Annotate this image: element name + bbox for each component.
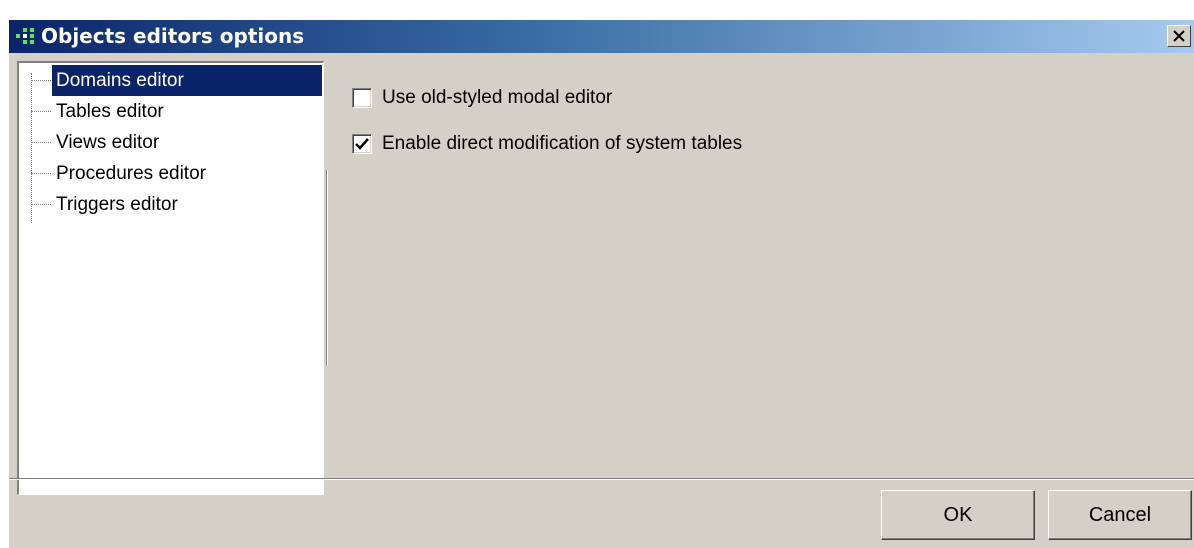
tree-item-label: Views editor [56,132,160,153]
tree-connector [31,80,51,81]
tree-item-label: Tables editor [56,101,164,122]
close-button[interactable] [1167,25,1191,47]
old-modal-editor-option[interactable]: Use old-styled modal editor [352,86,612,110]
check-icon [355,138,369,150]
tree-connector [31,173,51,174]
tree-connector [31,111,51,112]
old-modal-editor-checkbox[interactable] [352,88,372,108]
tree-item-label: Domains editor [52,65,322,96]
tree-item-procedures-editor[interactable]: Procedures editor [19,158,324,189]
tree-item-tables-editor[interactable]: Tables editor [19,96,324,127]
system-tables-label: Enable direct modification of system tab… [382,133,743,154]
tree-connector [31,204,51,205]
tree-item-label: Procedures editor [56,163,206,184]
old-modal-editor-label: Use old-styled modal editor [382,87,613,108]
tree-connector [31,142,51,143]
tree-item-domains-editor[interactable]: Domains editor [19,65,324,96]
close-icon [1173,30,1185,42]
tree-item-label: Triggers editor [56,194,178,215]
window-title: Objects editors options [41,24,305,48]
app-icon [16,28,34,44]
title-bar[interactable]: Objects editors options [9,20,1194,53]
editors-tree[interactable]: Domains editor Tables editor Views edito… [17,61,324,495]
tree-item-views-editor[interactable]: Views editor [19,127,324,158]
system-tables-checkbox[interactable] [352,134,372,154]
footer-separator [9,478,1194,480]
tree-item-triggers-editor[interactable]: Triggers editor [19,189,324,220]
splitter-handle[interactable] [326,170,328,365]
options-dialog: Objects editors options Domains editor T… [8,19,1194,548]
cancel-button[interactable]: Cancel [1048,490,1192,540]
system-tables-option[interactable]: Enable direct modification of system tab… [352,132,742,156]
ok-button[interactable]: OK [881,490,1035,540]
